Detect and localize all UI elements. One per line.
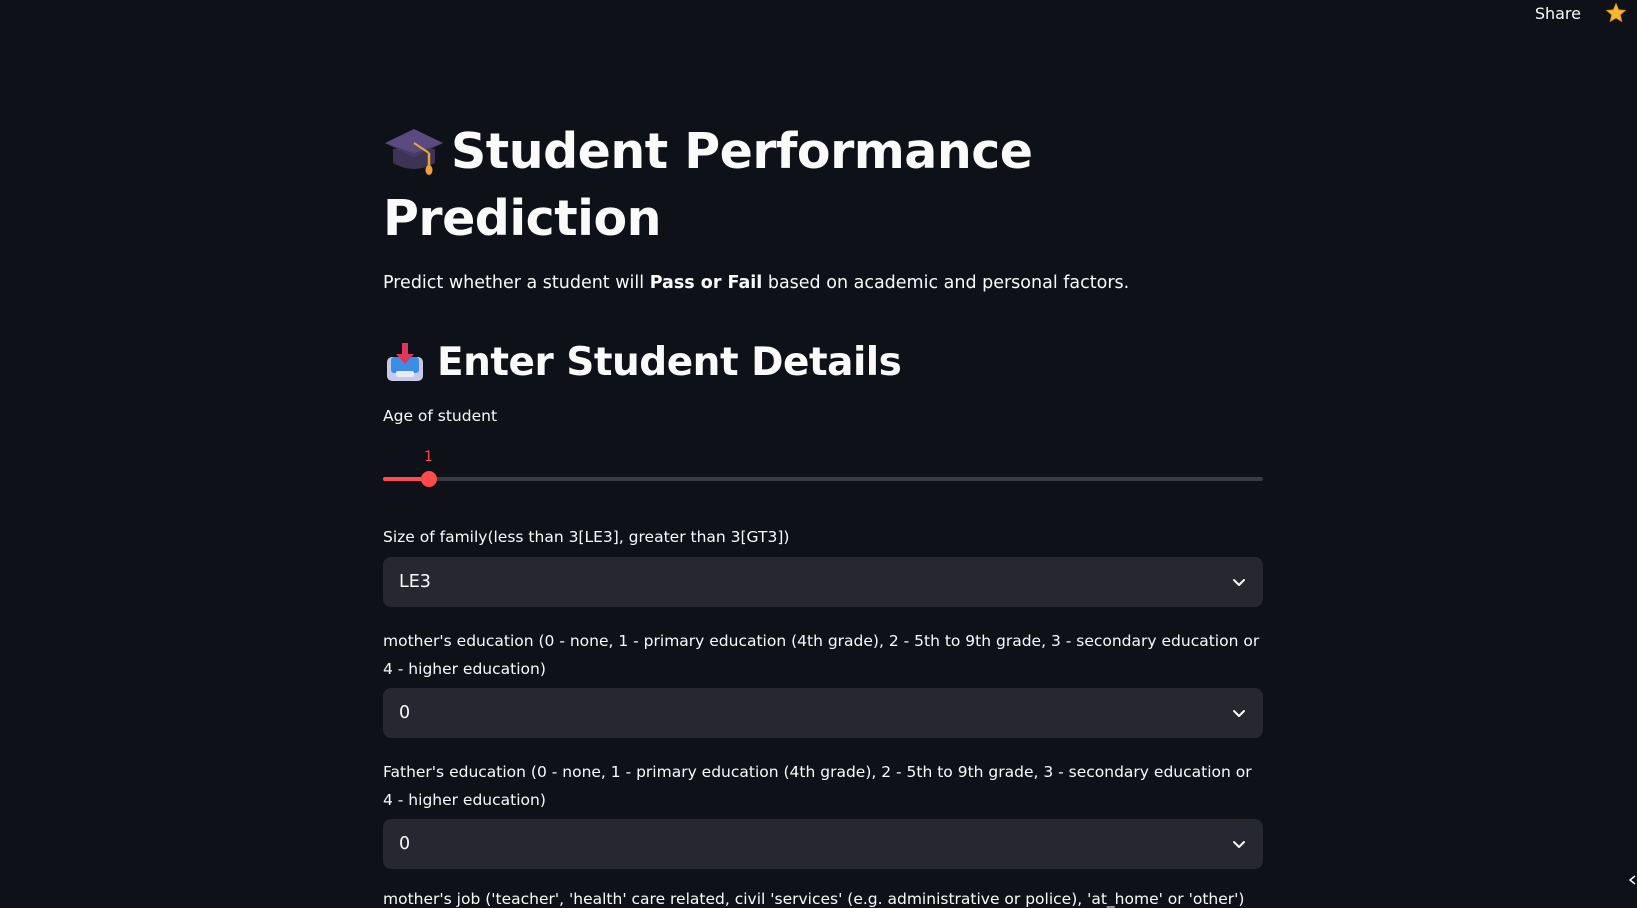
subtitle-text-end: based on academic and personal factors. [762,273,1130,293]
graduation-cap-icon [385,128,443,175]
famsize-select-value: LE3 [399,572,431,592]
chevron-down-icon [1233,579,1245,586]
mjob-label: mother's job ('teacher', 'health' care r… [383,890,1245,908]
top-toolbar: Share [1535,0,1637,26]
section-title-text: Enter Student Details [437,340,902,385]
section-title: Enter Student Details [383,340,902,385]
fedu-select-value: 0 [399,834,411,854]
age-slider-value: 1 [424,449,433,465]
chevron-down-icon [1233,841,1245,848]
slider-track[interactable] [383,477,1263,481]
fedu-select[interactable]: 0 [383,819,1263,869]
medu-select[interactable]: 0 [383,688,1263,738]
page-title: Student Performance Prediction [383,118,1263,252]
share-button[interactable]: Share [1535,4,1581,23]
famsize-label: Size of family(less than 3[LE3], greater… [383,528,790,546]
inbox-tray-icon [387,342,423,381]
collapse-arrow-icon[interactable] [1627,874,1637,886]
medu-select-value: 0 [399,703,411,723]
famsize-select[interactable]: LE3 [383,557,1263,607]
subtitle-bold-text: Pass or Fail [649,273,763,293]
slider-thumb[interactable] [421,471,437,487]
fedu-label: Father's education (0 - none, 1 - primar… [383,763,1252,809]
age-label: Age of student [383,407,498,425]
medu-label: mother's education (0 - none, 1 - primar… [383,632,1260,678]
page-subtitle: Predict whether a student will Pass or F… [383,273,1129,293]
page-title-text: Student Performance Prediction [383,123,1033,247]
star-icon[interactable] [1605,2,1627,24]
chevron-down-icon [1233,710,1245,717]
subtitle-text: Predict whether a student will [383,273,650,293]
age-slider[interactable]: 1 [383,447,1263,487]
